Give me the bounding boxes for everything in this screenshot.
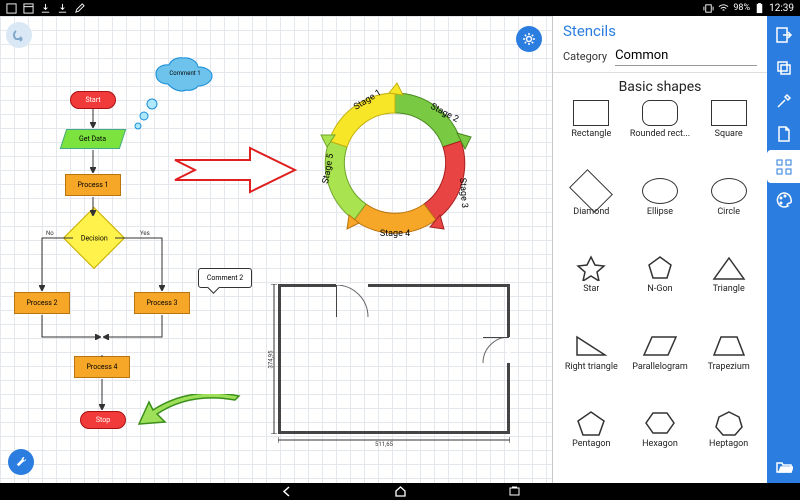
app-icon <box>23 3 34 14</box>
shape-ellipse[interactable]: Ellipse <box>626 175 695 233</box>
comment-bubble[interactable]: Comment 2 <box>198 268 252 288</box>
open-folder-button[interactable] <box>767 450 800 483</box>
shape-ngon[interactable]: N-Gon <box>626 252 695 310</box>
shape-pentagon[interactable]: Pentagon <box>557 407 626 465</box>
stencils-panel: Stencils Category Common Basic shapes Re… <box>552 16 767 483</box>
edit-icon <box>74 3 85 14</box>
curved-arrow[interactable] <box>135 394 245 438</box>
palette-button[interactable] <box>767 183 800 216</box>
shape-trapezium[interactable]: Trapezium <box>694 330 763 388</box>
settings-button[interactable] <box>516 26 542 52</box>
shape-diamond[interactable]: Diamond <box>557 175 626 233</box>
wrench-icon <box>14 455 29 470</box>
floorplan[interactable] <box>278 284 510 434</box>
shapes-grid: Rectangle Rounded rect... Square Diamond… <box>553 97 767 483</box>
page-button[interactable] <box>767 117 800 150</box>
svg-text:Comment 1: Comment 1 <box>169 70 200 77</box>
decision-yes-label: Yes <box>140 230 150 237</box>
cycle-diagram[interactable]: Stage 2 Stage 3 Stage 4 Stage 5 Stage 1 <box>300 68 490 258</box>
vibrate-icon <box>703 3 714 14</box>
svg-text:Stage 3: Stage 3 <box>457 178 469 209</box>
tools-button[interactable] <box>8 449 34 475</box>
settings-tool-button[interactable] <box>767 84 800 117</box>
dim-line-v <box>270 284 278 434</box>
shape-triangle[interactable]: Triangle <box>694 252 763 310</box>
svg-text:Stage 4: Stage 4 <box>380 229 410 239</box>
page-icon <box>775 125 793 143</box>
download-icon <box>57 3 68 14</box>
decision-no-label: No <box>46 230 54 237</box>
shape-circle[interactable]: Circle <box>694 175 763 233</box>
wifi-icon <box>718 3 729 14</box>
battery-icon <box>754 3 765 14</box>
diagram-canvas[interactable]: Start Get Data Process 1 Decision Proces… <box>0 16 552 483</box>
shapes-icon <box>775 158 793 176</box>
palette-icon <box>775 191 793 209</box>
thought-bubbles <box>130 98 160 138</box>
shape-rounded-rect[interactable]: Rounded rect... <box>626 97 695 155</box>
shape-hexagon[interactable]: Hexagon <box>626 407 695 465</box>
nav-recent[interactable] <box>507 485 521 499</box>
comment-cloud[interactable]: Comment 1 <box>150 56 220 98</box>
nav-back[interactable] <box>279 485 293 499</box>
shape-right-triangle[interactable]: Right triangle <box>557 330 626 388</box>
stencils-button[interactable] <box>767 150 800 183</box>
dim-line-h <box>278 436 510 444</box>
folder-open-icon <box>775 458 793 476</box>
undo-button[interactable] <box>6 22 32 48</box>
section-title: Basic shapes <box>553 73 767 97</box>
undo-icon <box>11 27 27 43</box>
shape-square[interactable]: Square <box>694 97 763 155</box>
shape-star[interactable]: Star <box>557 252 626 310</box>
download-icon <box>40 3 51 14</box>
category-label: Category <box>563 50 607 63</box>
copy-button[interactable] <box>767 51 800 84</box>
shape-parallelogram[interactable]: Parallelogram <box>626 330 695 388</box>
tools-icon <box>775 92 793 110</box>
vertical-toolbar <box>767 16 800 483</box>
big-arrow[interactable] <box>170 140 300 200</box>
shape-rectangle[interactable]: Rectangle <box>557 97 626 155</box>
export-icon <box>775 26 793 44</box>
android-status-bar: 98% 12:39 <box>0 0 800 16</box>
export-button[interactable] <box>767 18 800 51</box>
clock: 12:39 <box>769 3 794 14</box>
gear-icon <box>521 31 537 47</box>
android-nav-bar <box>0 483 800 500</box>
app-icon <box>6 3 17 14</box>
shape-heptagon[interactable]: Heptagon <box>694 407 763 465</box>
category-select[interactable]: Common <box>615 46 757 66</box>
nav-home[interactable] <box>393 485 407 499</box>
battery-percent: 98% <box>733 3 750 13</box>
panel-title: Stencils <box>553 16 767 44</box>
copy-icon <box>775 59 793 77</box>
